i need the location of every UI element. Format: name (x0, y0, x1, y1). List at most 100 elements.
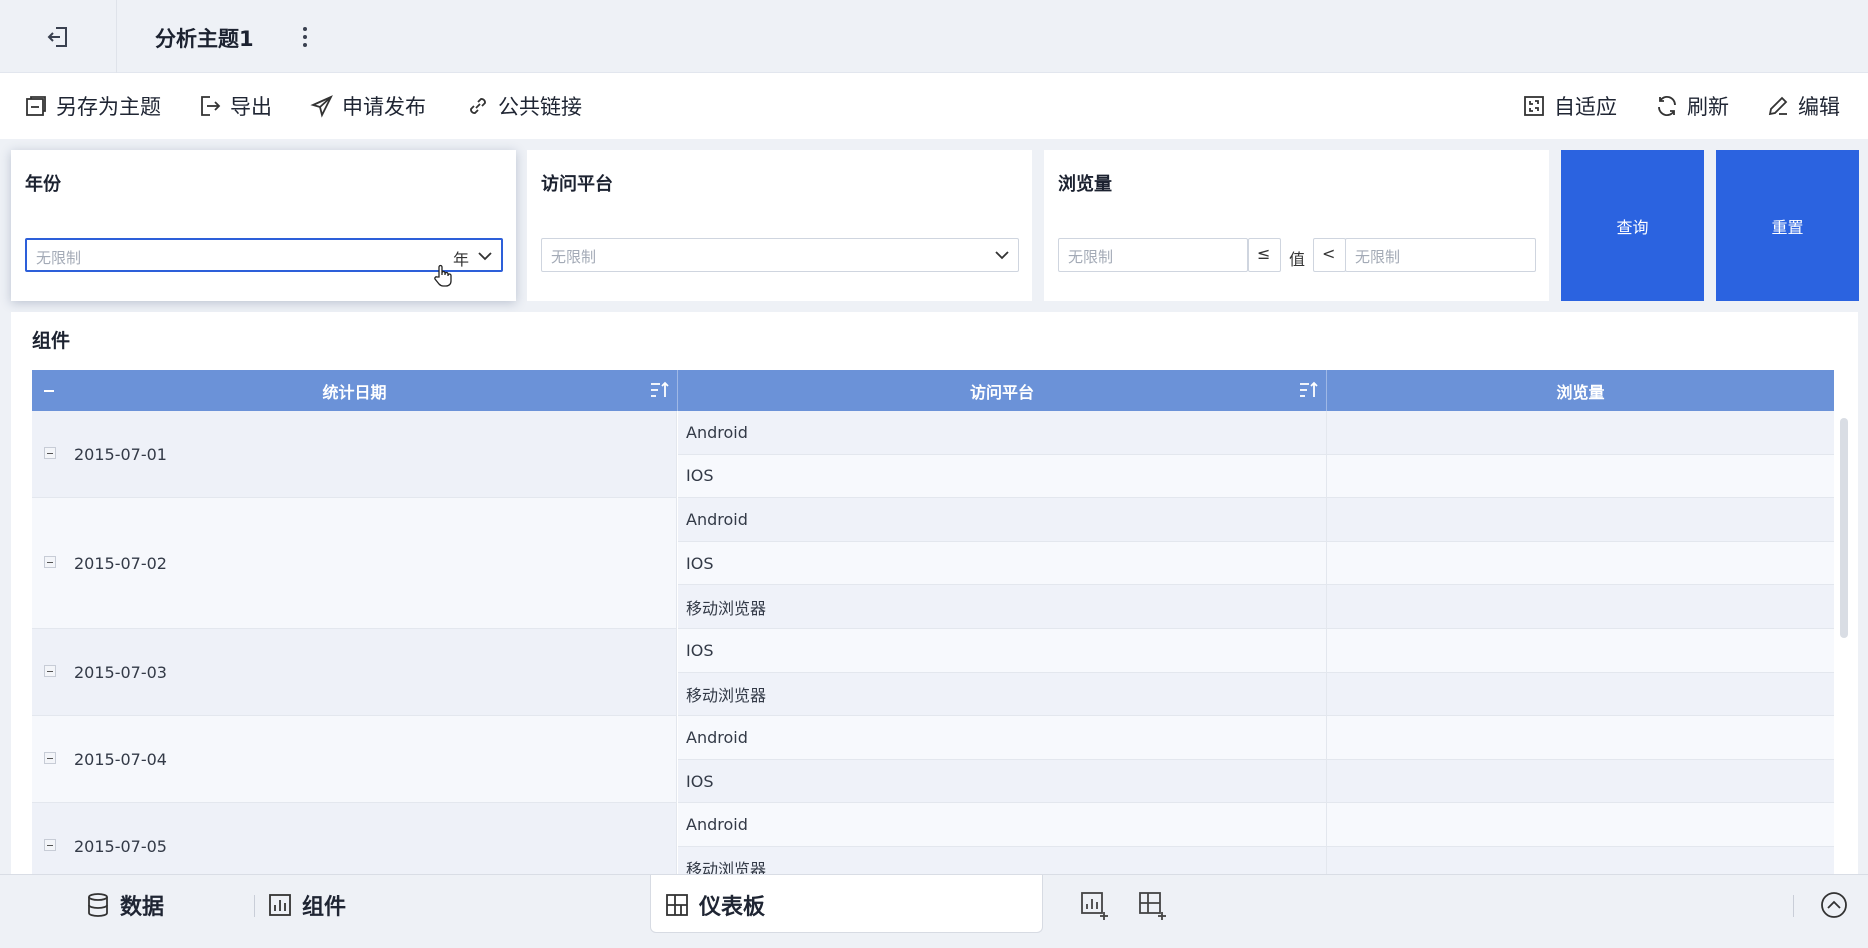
platform-text: IOS (686, 553, 714, 573)
reset-button[interactable]: 重置 (1716, 150, 1859, 301)
export-label: 导出 (230, 95, 272, 119)
views-filter-card: 浏览量 无限制 ≤ 值 < 无限制 (1044, 150, 1549, 301)
views-cell (1326, 803, 1327, 847)
date-text: 2015-07-04 (74, 749, 167, 769)
views-cell (1326, 498, 1327, 542)
views-cell (1326, 411, 1327, 455)
views-right-operator-select[interactable]: < (1313, 238, 1346, 272)
table-header: 统计日期 访问平台 浏览量 (32, 370, 1834, 411)
table-row: 移动浏览器 (678, 847, 1834, 874)
apply-publish-button[interactable]: 申请发布 (310, 73, 426, 139)
table-row: IOS (678, 541, 1834, 586)
year-select[interactable]: 无限制 年 (25, 238, 503, 272)
platform-text: IOS (686, 771, 714, 791)
top-bar: 分析主题1 (0, 0, 1868, 73)
date-group-cell: 2015-07-03 (32, 629, 677, 717)
views-min-placeholder: 无限制 (1068, 248, 1114, 266)
component-title: 组件 (32, 330, 71, 352)
dashboard-tab[interactable]: 仪表板 (650, 875, 1043, 933)
add-layout-icon[interactable] (1138, 891, 1168, 921)
collapse-row-icon[interactable] (44, 838, 56, 851)
table-row: Android (678, 803, 1834, 847)
save-icon (24, 94, 48, 118)
table-row: IOS (678, 454, 1834, 499)
chevron-down-icon (994, 248, 1010, 262)
platform-text: Android (686, 509, 748, 529)
platform-text: Android (686, 727, 748, 747)
bottom-bar: 数据 组件 仪表板 (0, 874, 1868, 948)
page-title: 分析主题1 (155, 27, 254, 51)
collapse-row-icon[interactable] (44, 446, 56, 459)
table-row: IOS (678, 629, 1834, 673)
hand-cursor-icon (433, 264, 453, 288)
collapse-row-icon[interactable] (44, 555, 56, 568)
public-link-button[interactable]: 公共链接 (466, 73, 582, 139)
save-as-topic-button[interactable]: 另存为主题 (24, 73, 161, 139)
bar-chart-icon (268, 893, 292, 917)
more-menu-button[interactable] (298, 22, 312, 52)
platform-select[interactable]: 无限制 (541, 238, 1019, 272)
data-tab[interactable]: 数据 (86, 875, 164, 935)
component-tab-label: 组件 (302, 895, 347, 920)
year-filter-card: 年份 无限制 年 (11, 150, 516, 301)
export-button[interactable]: 导出 (198, 73, 272, 139)
filter-area: 年份 无限制 年 访问平台 无限制 浏览量 无限制 ≤ 值 < 无限制 查询 重… (0, 139, 1868, 309)
views-cell (1326, 454, 1327, 499)
export-icon (198, 94, 222, 118)
platform-text: 移动浏览器 (686, 860, 767, 874)
fit-icon (1522, 94, 1546, 118)
dashboard-icon (665, 893, 689, 917)
date-text: 2015-07-03 (74, 662, 167, 682)
edit-label: 编辑 (1798, 95, 1840, 119)
query-button[interactable]: 查询 (1561, 150, 1704, 301)
views-cell (1326, 847, 1327, 874)
platform-text: Android (686, 815, 748, 835)
platform-text: Android (686, 422, 748, 442)
table-scrollbar[interactable] (1840, 418, 1848, 638)
send-icon (310, 94, 334, 118)
views-min-input[interactable]: 无限制 (1058, 238, 1248, 272)
views-cell (1326, 585, 1327, 629)
collapse-up-icon[interactable] (1820, 891, 1848, 919)
table-row: 移动浏览器 (678, 585, 1834, 629)
platform-text: 移动浏览器 (686, 598, 767, 618)
year-filter-label: 年份 (25, 174, 61, 195)
platform-text: 移动浏览器 (686, 685, 767, 705)
table-row: Android (678, 498, 1834, 542)
collapse-row-icon[interactable] (44, 751, 56, 764)
table-row: IOS (678, 759, 1834, 804)
collapse-row-icon[interactable] (44, 664, 56, 677)
column-header-platform[interactable]: 访问平台 (678, 370, 1326, 411)
auto-fit-button[interactable]: 自适应 (1522, 73, 1617, 139)
sort-icon[interactable] (1299, 381, 1319, 399)
edit-button[interactable]: 编辑 (1766, 73, 1840, 139)
toolbar: 另存为主题 导出 申请发布 公共链接 自适应 刷新 编辑 (0, 73, 1868, 139)
views-cell (1326, 716, 1327, 760)
table-row: Android (678, 716, 1834, 760)
exit-icon (45, 24, 71, 50)
views-left-operator-select[interactable]: ≤ (1248, 238, 1281, 272)
apply-publish-label: 申请发布 (342, 95, 426, 119)
column-header-views[interactable]: 浏览量 (1327, 370, 1834, 411)
year-unit: 年 (452, 250, 469, 269)
date-text: 2015-07-05 (74, 836, 167, 856)
views-cell (1326, 541, 1327, 586)
column-header-date[interactable]: 统计日期 (32, 370, 677, 411)
views-cell (1326, 629, 1327, 673)
views-filter-label: 浏览量 (1058, 174, 1112, 195)
sort-icon[interactable] (650, 381, 670, 399)
component-tab[interactable]: 组件 (268, 875, 346, 935)
date-group-cell: 2015-07-05 (32, 803, 677, 874)
dashboard-tab-label: 仪表板 (699, 895, 766, 920)
refresh-button[interactable]: 刷新 (1655, 73, 1729, 139)
views-cell (1326, 672, 1327, 717)
views-max-input[interactable]: 无限制 (1345, 238, 1536, 272)
auto-fit-label: 自适应 (1554, 95, 1617, 119)
views-left-operator: ≤ (1257, 244, 1271, 263)
table-row: 移动浏览器 (678, 672, 1834, 717)
add-chart-icon[interactable] (1080, 891, 1110, 921)
platform-select-placeholder: 无限制 (551, 248, 597, 266)
year-select-placeholder: 无限制 (36, 249, 82, 267)
back-button[interactable] (0, 0, 117, 73)
date-text: 2015-07-02 (74, 553, 167, 573)
